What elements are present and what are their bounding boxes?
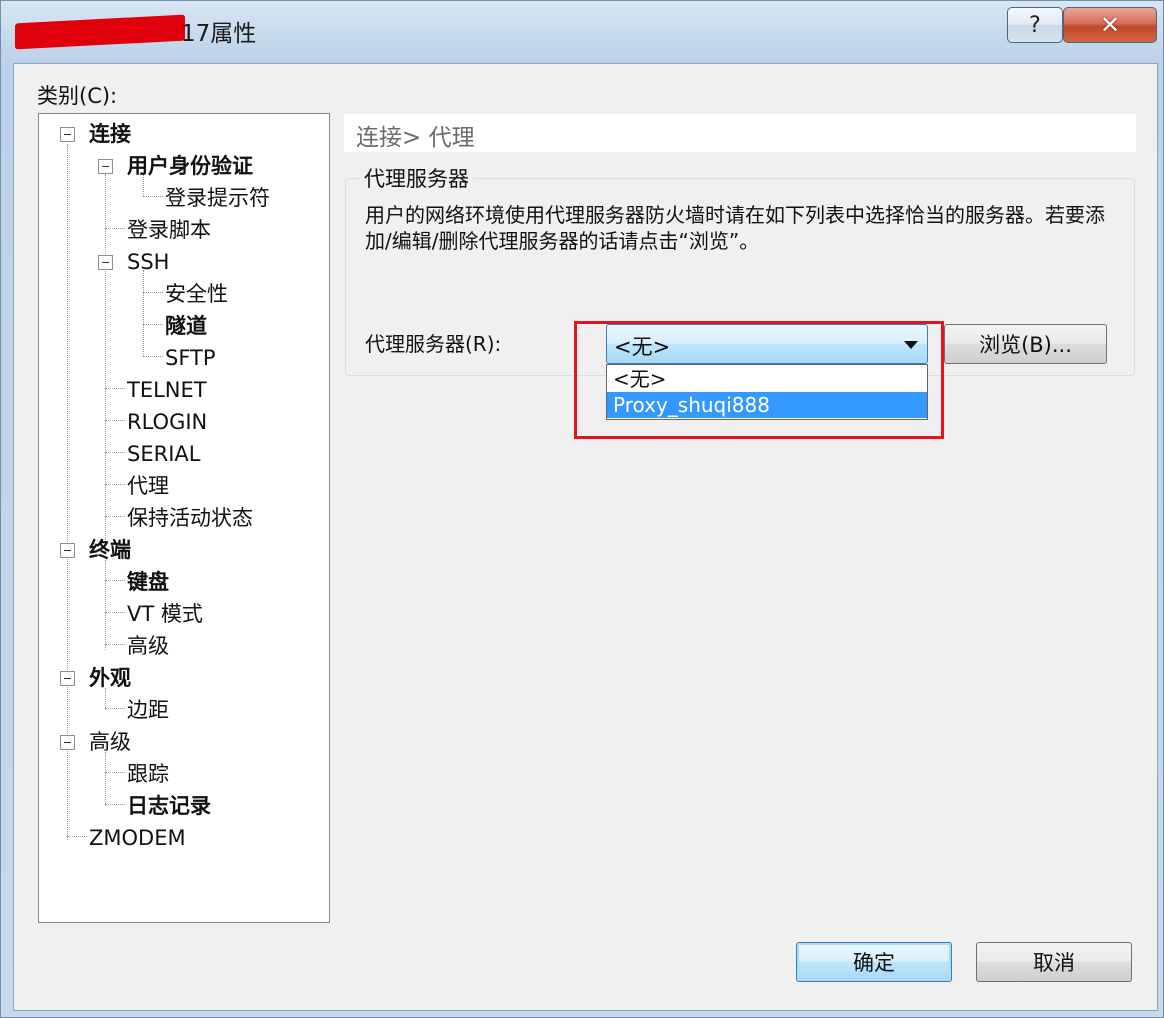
tree-item-trace[interactable]: 跟踪 [127,760,169,788]
tree-item-terminal-advanced[interactable]: 高级 [127,632,169,660]
browse-button[interactable]: 浏览(B)... [944,324,1107,364]
tree-item-vt-mode[interactable]: VT 模式 [127,600,203,628]
tree-line [105,516,125,517]
tree-line [105,420,125,421]
redacted-title-mark [15,14,185,50]
tree-item-margin[interactable]: 边距 [127,696,169,724]
tree-item-sftp[interactable]: SFTP [165,344,216,372]
collapse-icon[interactable] [60,671,75,686]
collapse-icon[interactable] [60,127,75,142]
tree-line [105,452,125,453]
category-label: 类别(C): [37,84,118,108]
tree-line [105,708,125,709]
tree-line [143,292,163,293]
tree-item-ssh[interactable]: SSH [127,248,169,276]
tree-item-zmodem[interactable]: ZMODEM [89,824,186,852]
title-bar[interactable]: 17属性 ? ✕ [1,1,1163,63]
tree-line [67,836,87,837]
tree-item-security[interactable]: 安全性 [165,280,228,308]
tree-line [105,228,125,229]
tree-line [143,270,144,356]
close-button[interactable]: ✕ [1063,7,1157,43]
group-description: 用户的网络环境使用代理服务器防火墙时请在如下列表中选择恰当的服务器。若要添加/编… [365,203,1105,253]
collapse-icon[interactable] [60,735,75,750]
tree-line [105,580,125,581]
ok-button[interactable]: 确定 [796,942,952,982]
proxy-server-label: 代理服务器(R): [365,332,502,356]
tree-line [105,484,125,485]
collapse-icon[interactable] [60,543,75,558]
tree-item-logging[interactable]: 日志记录 [127,792,211,820]
tree-line [105,644,125,645]
group-title: 代理服务器 [360,163,473,193]
collapse-icon[interactable] [98,159,113,174]
tree-line [105,388,125,389]
tree-line [105,804,125,805]
tree-item-keyboard[interactable]: 键盘 [127,568,169,596]
breadcrumb-text: 连接> 代理 [356,125,475,151]
tree-item-telnet[interactable]: TELNET [127,376,207,404]
tree-line [105,174,106,554]
tree-line [143,356,163,357]
tree-item-connect[interactable]: 连接 [89,120,131,148]
dialog-client-area: 类别(C): 连接 用户身份验证 登录提示符 登录脚本 SSH 安全性 隧道 S… [13,63,1158,1011]
tree-item-rlogin[interactable]: RLOGIN [127,408,207,436]
tree-item-serial[interactable]: SERIAL [127,440,200,468]
tree-line [105,752,106,806]
dialog-window: 17属性 ? ✕ 类别(C): 连接 用户身份验证 登录提示符 登录脚本 SSH… [0,0,1164,1018]
tree-item-terminal[interactable]: 终端 [89,536,131,564]
highlight-annotation-box [574,321,944,439]
tree-item-login-prompt[interactable]: 登录提示符 [165,184,270,212]
tree-item-proxy[interactable]: 代理 [127,472,169,500]
tree-item-auth[interactable]: 用户身份验证 [127,152,253,180]
tree-line [105,612,125,613]
tree-item-keepalive[interactable]: 保持活动状态 [127,504,253,532]
help-button[interactable]: ? [1007,7,1063,43]
window-title: 17属性 [181,21,257,47]
close-icon: ✕ [1099,11,1121,39]
tree-line [143,196,163,197]
tree-line [105,560,106,650]
tree-item-tunnel[interactable]: 隧道 [165,312,207,340]
cancel-button[interactable]: 取消 [976,942,1132,982]
page-breadcrumb: 连接> 代理 [344,114,1136,152]
tree-item-appearance[interactable]: 外观 [89,664,131,692]
collapse-icon[interactable] [98,255,113,270]
tree-item-advanced[interactable]: 高级 [89,728,131,756]
category-tree[interactable]: 连接 用户身份验证 登录提示符 登录脚本 SSH 安全性 隧道 SFTP TEL… [38,113,330,923]
tree-line [143,324,163,325]
tree-line [105,772,125,773]
tree-item-login-script[interactable]: 登录脚本 [127,216,211,244]
